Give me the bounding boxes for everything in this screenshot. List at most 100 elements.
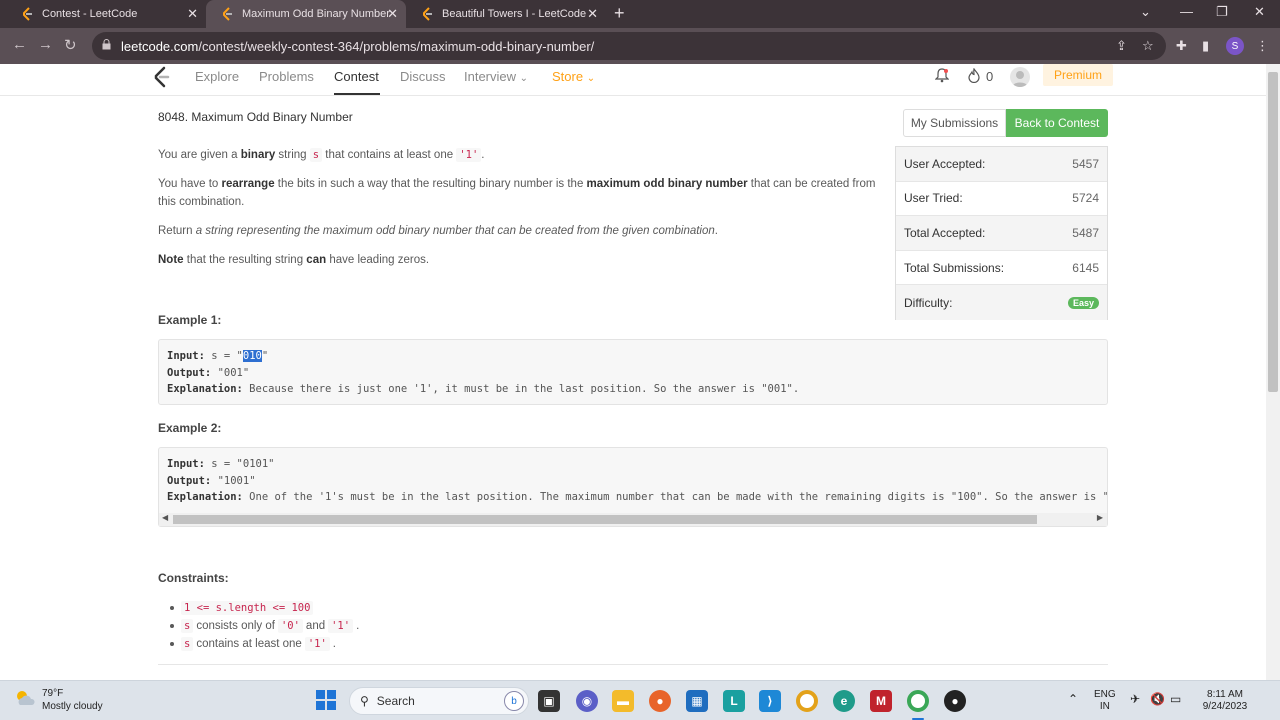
- close-window-icon[interactable]: ✕: [1254, 4, 1265, 20]
- bookmark-star-icon[interactable]: ☆: [1142, 38, 1154, 54]
- reload-icon[interactable]: ↻: [64, 36, 77, 54]
- firefox-icon[interactable]: ●: [649, 690, 671, 712]
- description-paragraph-2: You have to rearrange the bits in such a…: [158, 178, 876, 208]
- chevron-down-icon: ⌄: [586, 73, 596, 84]
- weather-condition: Mostly cloudy: [42, 701, 103, 712]
- stat-difficulty: Difficulty: Easy: [896, 285, 1107, 320]
- volume-muted-icon[interactable]: 🔇: [1150, 693, 1165, 705]
- leetcode-navbar: Explore Problems Contest Discuss Intervi…: [0, 64, 1266, 96]
- forward-arrow-icon[interactable]: →: [38, 36, 53, 53]
- description-paragraph-4: Note that the resulting string can have …: [158, 254, 430, 266]
- edge-icon[interactable]: e: [833, 690, 855, 712]
- new-tab-icon[interactable]: +: [614, 3, 625, 24]
- nav-contest[interactable]: Contest: [334, 69, 379, 84]
- menu-kebab-icon[interactable]: ⋮: [1256, 38, 1269, 54]
- temperature: 79°F: [42, 688, 64, 699]
- nav-interview-label: Interview: [464, 69, 517, 84]
- tab-contest[interactable]: Contest - LeetCode ✕: [6, 0, 206, 28]
- url-host: leetcode.com: [121, 38, 199, 54]
- constraint-item: 1 <= s.length <= 100: [169, 599, 359, 617]
- bing-icon[interactable]: b: [504, 691, 524, 711]
- back-arrow-icon[interactable]: ←: [12, 36, 27, 53]
- vscode-icon[interactable]: ⟩: [759, 690, 781, 712]
- cloudy-weather-icon: [14, 689, 36, 712]
- search-icon: ⚲: [360, 694, 369, 708]
- chrome-profile-icon[interactable]: [907, 690, 929, 712]
- premium-button[interactable]: Premium: [1043, 64, 1113, 86]
- example-1-label: Example 1:: [158, 313, 222, 327]
- tab-beautiful-towers[interactable]: Beautiful Towers I - LeetCode Co ✕: [406, 0, 606, 28]
- url-path: /contest/weekly-contest-364/problems/max…: [198, 38, 595, 54]
- notification-bell-icon[interactable]: [934, 68, 950, 88]
- difficulty-badge: Easy: [1067, 296, 1099, 309]
- browser-toolbar: ← → ↻ leetcode.com/contest/weekly-contes…: [0, 28, 1280, 64]
- stat-total-submissions: Total Submissions: 6145: [896, 251, 1107, 286]
- file-explorer-icon[interactable]: ▬: [612, 690, 634, 712]
- streak-flame-icon[interactable]: [968, 67, 980, 88]
- lock-icon: [102, 37, 111, 55]
- tab-title: Maximum Odd Binary Number -: [242, 8, 392, 20]
- extensions-puzzle-icon[interactable]: ✚: [1176, 38, 1187, 54]
- streak-count: 0: [986, 69, 994, 84]
- tab-title: Beautiful Towers I - LeetCode Co: [442, 8, 588, 20]
- example-2-label: Example 2:: [158, 421, 222, 435]
- minimize-icon[interactable]: —: [1180, 4, 1193, 19]
- nav-discuss[interactable]: Discuss: [400, 69, 446, 84]
- teams-chat-icon[interactable]: ◉: [576, 690, 598, 712]
- show-hidden-icons-chevron[interactable]: ⌃: [1068, 693, 1078, 705]
- side-panel-icon[interactable]: ▮: [1202, 38, 1209, 54]
- back-to-contest-button[interactable]: Back to Contest: [1006, 109, 1108, 137]
- maximize-icon[interactable]: ❐: [1216, 4, 1228, 20]
- page-vertical-scrollbar[interactable]: [1266, 64, 1280, 680]
- user-avatar[interactable]: [1010, 67, 1030, 87]
- chevron-down-icon: ⌄: [519, 73, 529, 84]
- leetcode-favicon-icon: [220, 7, 234, 21]
- scroll-left-icon[interactable]: ◀: [162, 513, 168, 522]
- browser-tab-bar: Contest - LeetCode ✕ Maximum Odd Binary …: [0, 0, 1280, 28]
- share-icon[interactable]: ⇪: [1116, 38, 1127, 54]
- scroll-right-icon[interactable]: ▶: [1097, 513, 1103, 522]
- obs-icon[interactable]: ●: [944, 690, 966, 712]
- close-tab-icon[interactable]: ✕: [387, 6, 398, 22]
- description-paragraph-3: Return a string representing the maximum…: [158, 225, 718, 237]
- profile-avatar[interactable]: S: [1226, 37, 1244, 55]
- leetcode-favicon-icon: [420, 7, 434, 21]
- weather-widget[interactable]: 79°F Mostly cloudy: [14, 687, 103, 713]
- close-tab-icon[interactable]: ✕: [587, 6, 598, 22]
- language-indicator[interactable]: ENG IN: [1094, 689, 1116, 713]
- example-1-box: Input: s = "010" Output: "001" Explanati…: [158, 339, 1108, 405]
- leetcode-logo-icon[interactable]: [152, 66, 170, 93]
- mcafee-icon[interactable]: M: [870, 690, 892, 712]
- example-2-horizontal-scrollbar[interactable]: ◀ ▶: [159, 513, 1107, 526]
- constraint-item: s consists only of '0' and '1'.: [169, 617, 359, 635]
- windows-taskbar: 79°F Mostly cloudy ⚲ Search b ▣ ◉ ▬ ● ▦ L …: [0, 680, 1280, 720]
- taskbar-search[interactable]: ⚲ Search b: [349, 687, 529, 715]
- network-icon[interactable]: ✈: [1130, 693, 1140, 705]
- close-tab-icon[interactable]: ✕: [187, 6, 198, 22]
- tab-search-chevron-icon[interactable]: ⌄: [1140, 4, 1151, 20]
- active-nav-underline: [334, 93, 380, 95]
- nav-interview[interactable]: Interview ⌄: [464, 69, 528, 84]
- nav-problems[interactable]: Problems: [259, 69, 314, 84]
- task-view-icon[interactable]: ▣: [538, 690, 560, 712]
- tab-maximum-odd-binary-number[interactable]: Maximum Odd Binary Number - ✕: [206, 0, 406, 28]
- scrollbar-thumb[interactable]: [1268, 72, 1278, 392]
- scrollbar-thumb[interactable]: [173, 515, 1037, 524]
- lightshot-l-icon[interactable]: L: [723, 690, 745, 712]
- my-submissions-button[interactable]: My Submissions: [903, 109, 1006, 137]
- chrome-icon[interactable]: [796, 690, 818, 712]
- battery-icon[interactable]: ▭: [1170, 693, 1181, 705]
- constraints-title: Constraints:: [158, 571, 229, 585]
- stat-user-tried: User Tried: 5724: [896, 182, 1107, 217]
- windows-start-icon[interactable]: [316, 690, 336, 715]
- nav-store[interactable]: Store ⌄: [552, 69, 595, 84]
- contest-stats-panel: User Accepted: 5457 User Tried: 5724 Total…: [895, 146, 1108, 320]
- address-bar[interactable]: leetcode.com/contest/weekly-contest-364/…: [92, 32, 1166, 60]
- description-paragraph-1: You are given a binary string s that con…: [158, 148, 485, 162]
- microsoft-store-icon[interactable]: ▦: [686, 690, 708, 712]
- nav-explore[interactable]: Explore: [195, 69, 239, 84]
- tab-title: Contest - LeetCode: [42, 8, 138, 20]
- constraints-list: 1 <= s.length <= 100 s consists only of '0…: [169, 599, 359, 653]
- clock[interactable]: 8:11 AM 9/24/2023: [1194, 689, 1256, 713]
- constraint-item: s contains at least one '1'.: [169, 635, 359, 653]
